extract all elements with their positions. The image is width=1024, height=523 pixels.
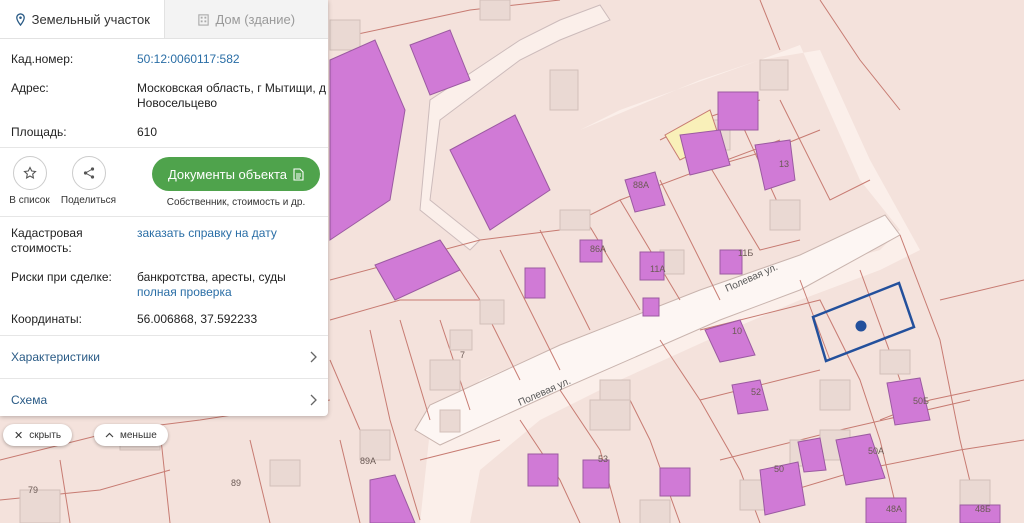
address-value: Московская область, г Мытищи, д Новосель… bbox=[137, 81, 326, 110]
cadastral-number-row: Кад.номер: 50:12:0060117:582 bbox=[0, 52, 328, 67]
house-label-10: 10 bbox=[732, 326, 742, 336]
hide-panel-button[interactable]: ✕ скрыть bbox=[3, 424, 73, 446]
less-label: меньше bbox=[120, 429, 157, 441]
hide-label: скрыть bbox=[29, 429, 62, 441]
share-label: Поделиться bbox=[60, 195, 117, 206]
close-icon: ✕ bbox=[14, 429, 24, 442]
order-certificate-link[interactable]: заказать справку на дату bbox=[137, 226, 328, 256]
tab-land-plot[interactable]: Земельный участок bbox=[0, 0, 165, 38]
house-label-13: 13 bbox=[779, 159, 789, 169]
chevron-up-icon bbox=[105, 432, 114, 438]
scheme-label: Схема bbox=[11, 393, 48, 407]
coordinates-label: Координаты: bbox=[11, 312, 82, 326]
building-icon bbox=[198, 13, 210, 26]
house-label-89: 89 bbox=[231, 478, 241, 488]
scheme-section[interactable]: Схема bbox=[0, 379, 328, 416]
coordinates-value: 56.006868, 37.592233 bbox=[137, 312, 258, 326]
collapse-panel-button[interactable]: меньше bbox=[94, 424, 168, 446]
add-to-list-circle[interactable] bbox=[12, 156, 47, 190]
cadastral-number-label: Кад.номер: bbox=[11, 52, 74, 66]
panel-tabs: Земельный участок Дом (здание) bbox=[0, 0, 328, 39]
house-label-48b: 48Б bbox=[975, 504, 991, 514]
map-pin-icon bbox=[15, 12, 25, 26]
info-panel: Земельный участок Дом (здание) Кад.номер… bbox=[0, 0, 328, 416]
tab-building[interactable]: Дом (здание) bbox=[165, 0, 329, 38]
house-label-89a: 89А bbox=[360, 456, 376, 466]
house-label-86a: 86А bbox=[590, 244, 606, 254]
house-label-52: 52 bbox=[751, 387, 761, 397]
action-bar: В список Поделиться Документы объекта Со… bbox=[0, 148, 328, 216]
share-icon bbox=[83, 167, 94, 179]
tab-building-label: Дом (здание) bbox=[215, 11, 296, 27]
risks-label: Риски при сделке: bbox=[11, 270, 112, 284]
area-label: Площадь: bbox=[11, 125, 67, 139]
parcel-marker[interactable] bbox=[855, 320, 867, 332]
documents-button-label: Документы объекта bbox=[167, 166, 288, 182]
house-label-50a: 50А bbox=[868, 446, 884, 456]
house-label-79: 79 bbox=[28, 485, 38, 495]
tab-land-plot-label: Земельный участок bbox=[31, 11, 150, 27]
area-row: Площадь: 610 bbox=[0, 125, 328, 140]
house-label-50b: 50Б bbox=[913, 396, 929, 406]
share-button[interactable]: Поделиться bbox=[59, 148, 118, 206]
risks-value: банкротства, аресты, суды bbox=[137, 270, 286, 284]
house-label-11a: 11А bbox=[650, 264, 665, 274]
address-label: Адрес: bbox=[11, 81, 49, 95]
chevron-right-icon bbox=[310, 394, 317, 406]
documents-subtitle: Собственник, стоимость и др. bbox=[166, 197, 306, 208]
characteristics-label: Характеристики bbox=[11, 350, 100, 364]
documents-block: Документы объекта Собственник, стоимость… bbox=[152, 157, 320, 208]
house-label-11b: 11Б bbox=[738, 248, 753, 258]
area-value: 610 bbox=[137, 125, 158, 139]
risks-row: Риски при сделке: банкротства, аресты, с… bbox=[0, 270, 328, 300]
share-circle[interactable] bbox=[71, 156, 106, 190]
add-to-list-label: В список bbox=[9, 195, 50, 206]
house-label-7: 7 bbox=[460, 350, 465, 360]
address-row: Адрес: Московская область, г Мытищи, д Н… bbox=[0, 81, 328, 111]
characteristics-section[interactable]: Характеристики bbox=[0, 336, 328, 378]
coordinates-row: Координаты: 56.006868, 37.592233 bbox=[0, 312, 328, 327]
house-label-88a: 88А bbox=[633, 180, 649, 190]
cadastral-value-label: Кадастровая стоимость: bbox=[11, 226, 83, 255]
house-label-50: 50 bbox=[774, 464, 784, 474]
full-check-link[interactable]: полная проверка bbox=[137, 285, 328, 300]
document-icon bbox=[293, 167, 304, 181]
star-icon bbox=[22, 166, 37, 179]
house-label-53: 53 bbox=[598, 454, 608, 464]
documents-button[interactable]: Документы объекта bbox=[152, 157, 320, 191]
cadastral-value-row: Кадастровая стоимость: заказать справку … bbox=[0, 226, 328, 256]
add-to-list-button[interactable]: В список bbox=[0, 148, 59, 206]
house-label-48a: 48А bbox=[886, 504, 902, 514]
chevron-right-icon bbox=[310, 351, 317, 363]
cadastral-number-value[interactable]: 50:12:0060117:582 bbox=[137, 52, 328, 67]
